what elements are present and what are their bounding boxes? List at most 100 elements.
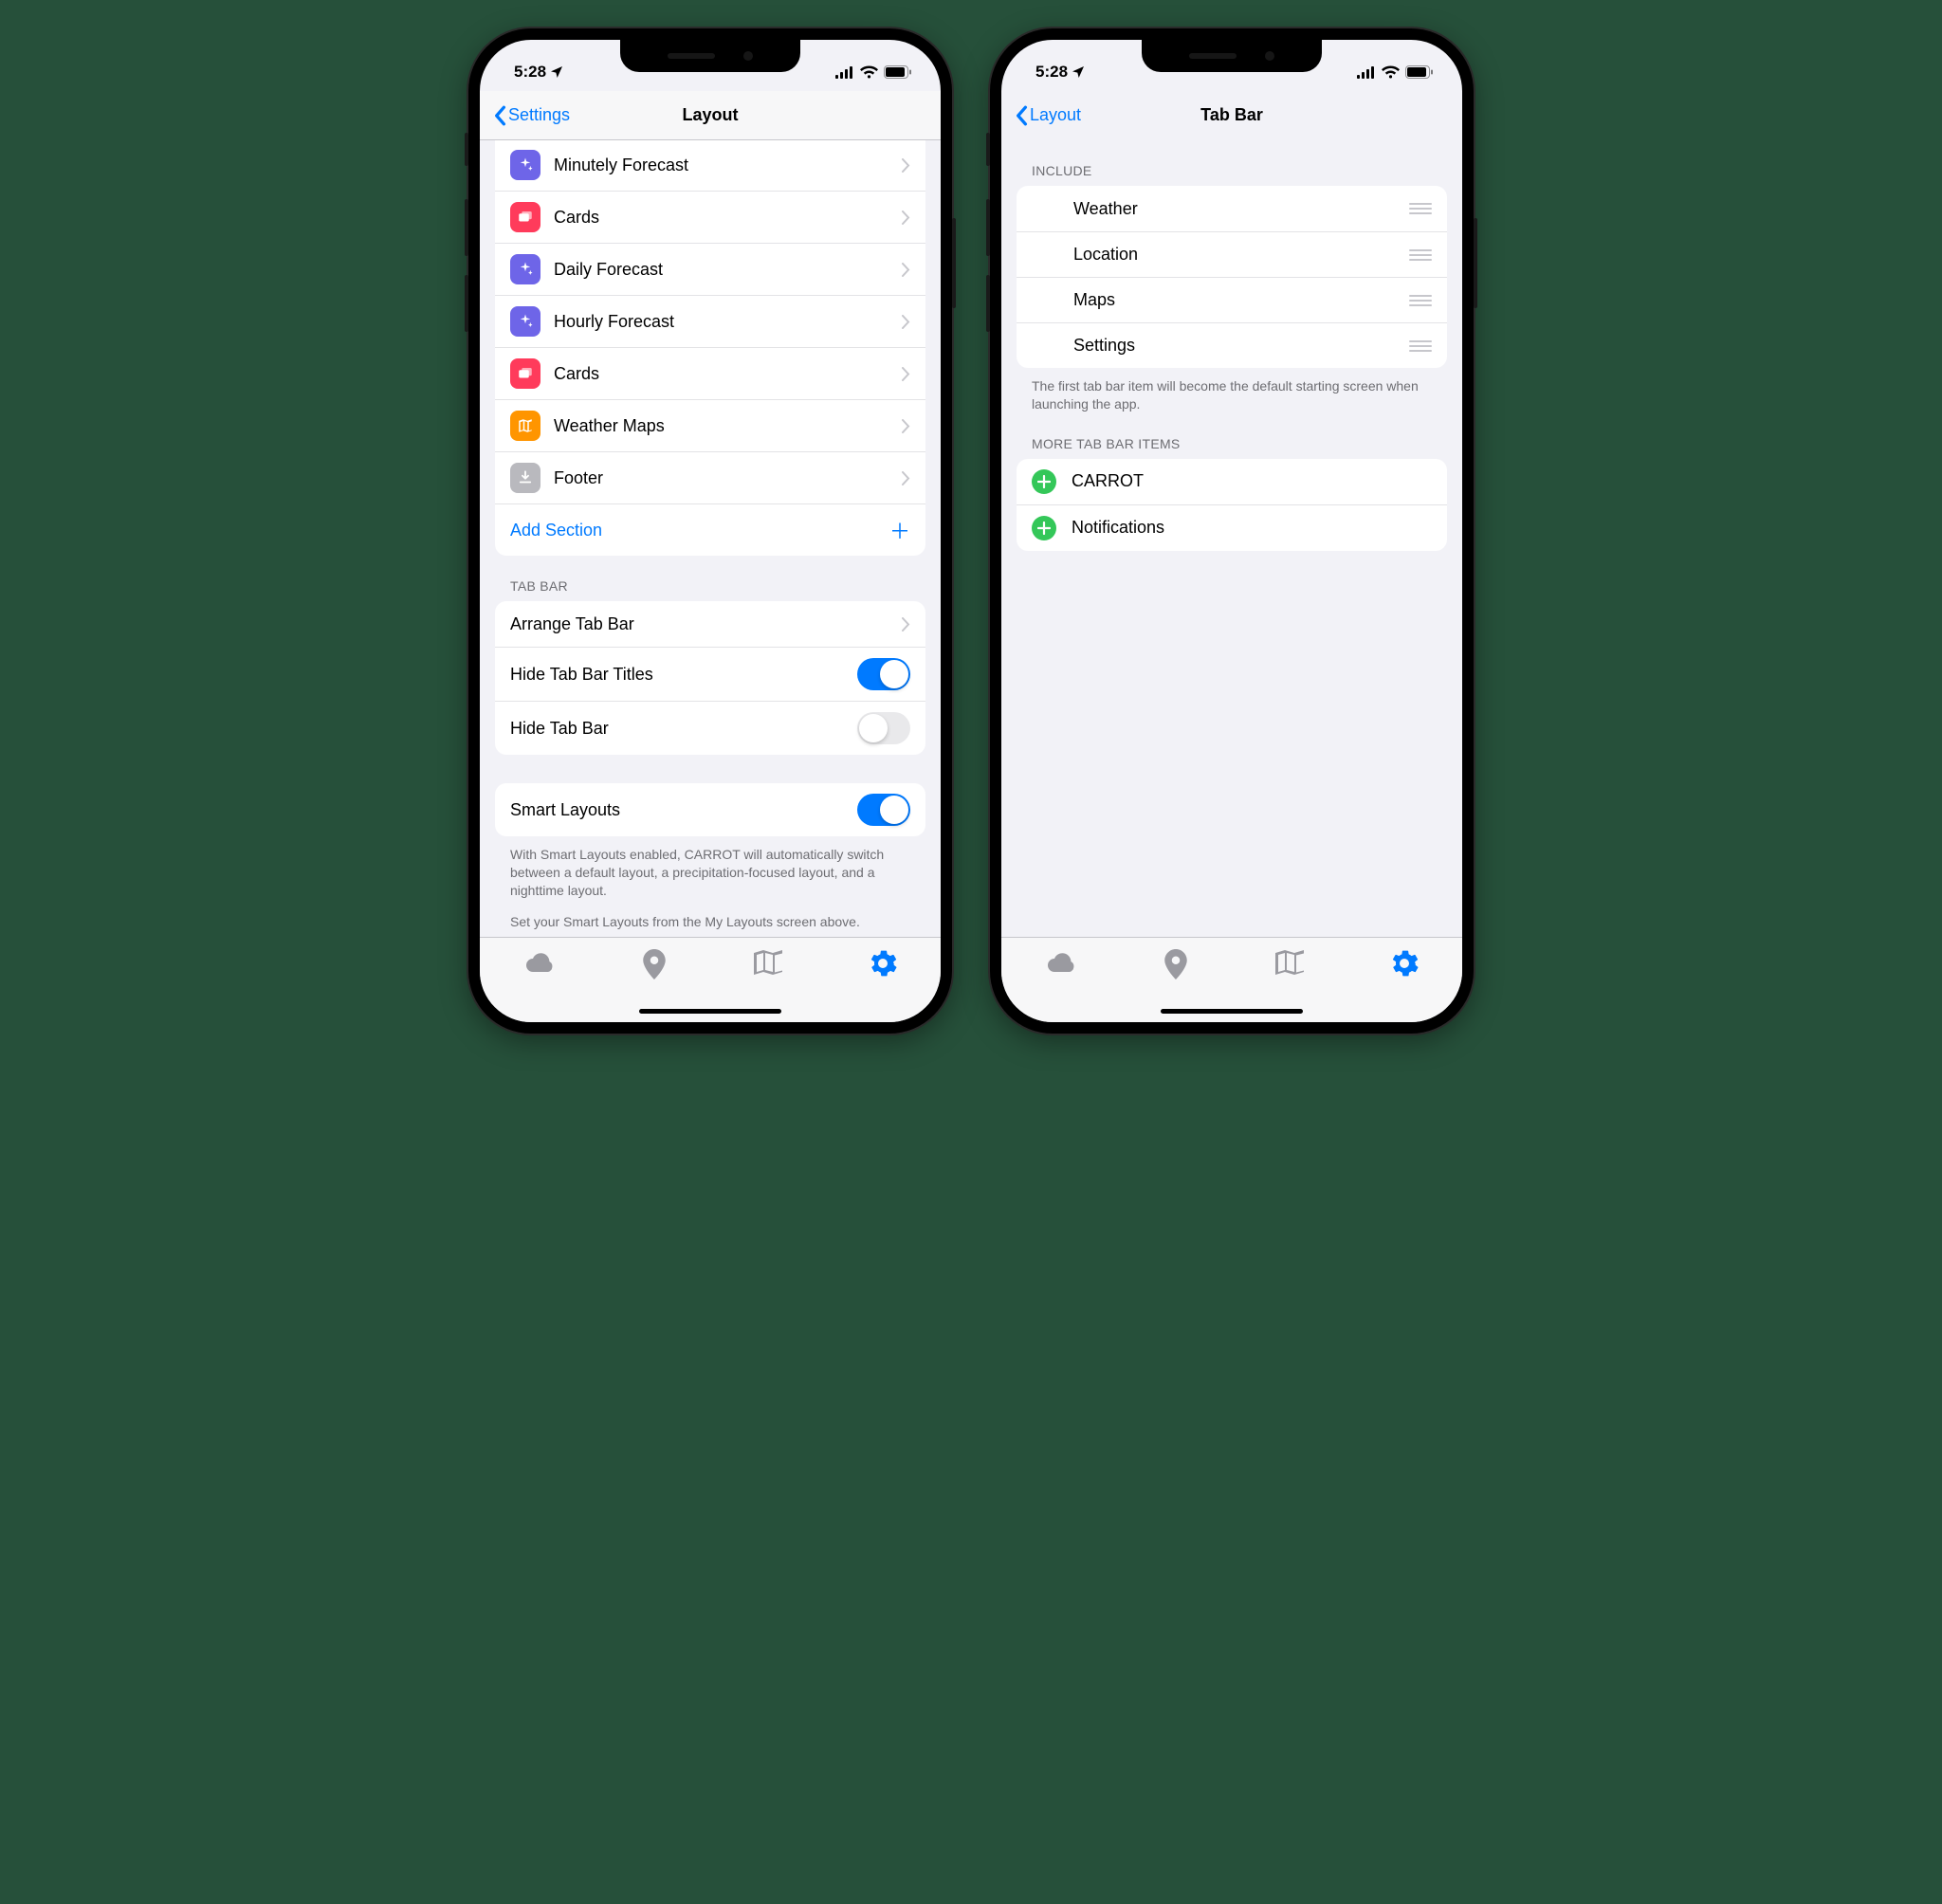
navbar: Layout Tab Bar: [1001, 91, 1462, 140]
tab-location[interactable]: [642, 949, 667, 979]
drag-handle-icon[interactable]: [1409, 203, 1432, 214]
location-arrow-icon: [1071, 64, 1086, 80]
smart-layouts-toggle[interactable]: [857, 794, 910, 826]
page-title: Layout: [682, 105, 738, 125]
cloud-icon: [1045, 949, 1077, 978]
phone-left: 5:28 Settings Layout: [468, 28, 952, 1034]
arrange-tab-bar[interactable]: Arrange Tab Bar: [495, 601, 925, 647]
row-label: Smart Layouts: [510, 800, 857, 820]
status-time: 5:28: [514, 63, 546, 82]
layout-row-cards-2[interactable]: Cards: [495, 347, 925, 399]
tab-bar-group: Arrange Tab Bar Hide Tab Bar Titles Hide…: [495, 601, 925, 755]
tab-maps[interactable]: [754, 949, 782, 976]
hide-tab-bar-toggle[interactable]: [857, 712, 910, 744]
gear-icon: [869, 949, 897, 978]
sparkle-icon: [510, 150, 540, 180]
layout-row-maps[interactable]: Weather Maps: [495, 399, 925, 451]
chevron-right-icon: [902, 315, 910, 329]
row-label: Hide Tab Bar Titles: [510, 665, 857, 685]
home-indicator[interactable]: [639, 1009, 781, 1014]
status-time: 5:28: [1035, 63, 1068, 82]
tab-maps[interactable]: [1275, 949, 1304, 976]
back-label: Settings: [508, 105, 570, 125]
more-item-carrot[interactable]: CARROT: [1017, 459, 1447, 504]
row-label: Arrange Tab Bar: [510, 614, 902, 634]
more-header: MORE TAB BAR ITEMS: [1001, 413, 1462, 459]
pin-icon: [1163, 949, 1188, 979]
notch: [1142, 40, 1322, 72]
chevron-right-icon: [902, 158, 910, 173]
plus-icon: ＋: [889, 515, 910, 545]
notch: [620, 40, 800, 72]
layout-row-hourly[interactable]: Hourly Forecast: [495, 295, 925, 347]
add-section-button[interactable]: Add Section ＋: [495, 503, 925, 556]
cards-icon: [510, 358, 540, 389]
more-item-notifications[interactable]: Notifications: [1017, 504, 1447, 551]
layout-row-cards-1[interactable]: Cards: [495, 191, 925, 243]
pin-icon: [642, 949, 667, 979]
page-title: Tab Bar: [1200, 105, 1263, 125]
add-section-label: Add Section: [510, 521, 889, 540]
include-footer: The first tab bar item will become the d…: [1001, 368, 1462, 413]
chevron-left-icon: [493, 105, 506, 126]
drag-handle-icon[interactable]: [1409, 340, 1432, 352]
back-button[interactable]: Layout: [1015, 105, 1081, 126]
add-icon[interactable]: [1032, 516, 1056, 540]
cards-icon: [510, 202, 540, 232]
row-label: Daily Forecast: [554, 260, 902, 280]
row-label: Cards: [554, 364, 902, 384]
chevron-right-icon: [902, 419, 910, 433]
tab-weather[interactable]: [1045, 949, 1077, 978]
navbar: Settings Layout: [480, 91, 941, 140]
sparkle-icon: [510, 306, 540, 337]
include-header: INCLUDE: [1001, 140, 1462, 186]
wifi-icon: [860, 65, 878, 79]
include-group: Weather Location Maps Settings: [1017, 186, 1447, 368]
row-label: Maps: [1073, 290, 1409, 310]
battery-icon: [884, 65, 912, 79]
layout-row-minutely[interactable]: Minutely Forecast: [495, 140, 925, 191]
drag-handle-icon[interactable]: [1409, 249, 1432, 261]
tab-location[interactable]: [1163, 949, 1188, 979]
home-indicator[interactable]: [1161, 1009, 1303, 1014]
row-label: Location: [1073, 245, 1409, 265]
phone-right: 5:28 Layout Tab Bar INCLUDE Weather: [990, 28, 1474, 1034]
map-icon: [510, 411, 540, 441]
tab-bar-header: TAB BAR: [480, 556, 941, 601]
row-label: CARROT: [1072, 471, 1432, 491]
include-item-settings[interactable]: Settings: [1017, 322, 1447, 368]
chevron-right-icon: [902, 367, 910, 381]
tab-settings[interactable]: [1390, 949, 1419, 978]
add-icon[interactable]: [1032, 469, 1056, 494]
row-label: Hide Tab Bar: [510, 719, 857, 739]
row-label: Weather Maps: [554, 416, 902, 436]
map-icon: [754, 949, 782, 976]
include-item-maps[interactable]: Maps: [1017, 277, 1447, 322]
chevron-left-icon: [1015, 105, 1028, 126]
tab-settings[interactable]: [869, 949, 897, 978]
sparkle-icon: [510, 254, 540, 284]
row-label: Hourly Forecast: [554, 312, 902, 332]
chevron-right-icon: [902, 617, 910, 632]
location-arrow-icon: [549, 64, 564, 80]
chevron-right-icon: [902, 263, 910, 277]
smart-layouts-row: Smart Layouts: [495, 783, 925, 836]
include-item-location[interactable]: Location: [1017, 231, 1447, 277]
hide-titles-toggle[interactable]: [857, 658, 910, 690]
drag-handle-icon[interactable]: [1409, 295, 1432, 306]
more-group: CARROT Notifications: [1017, 459, 1447, 551]
row-label: Footer: [554, 468, 902, 488]
layout-sections-group: Minutely Forecast Cards Daily Forecast: [495, 140, 925, 556]
tab-weather[interactable]: [523, 949, 556, 978]
row-label: Settings: [1073, 336, 1409, 356]
back-button[interactable]: Settings: [493, 105, 570, 126]
map-icon: [1275, 949, 1304, 976]
gear-icon: [1390, 949, 1419, 978]
download-icon: [510, 463, 540, 493]
include-item-weather[interactable]: Weather: [1017, 186, 1447, 231]
cell-signal-icon: [1357, 66, 1376, 79]
row-label: Cards: [554, 208, 902, 228]
cell-signal-icon: [835, 66, 854, 79]
layout-row-daily[interactable]: Daily Forecast: [495, 243, 925, 295]
layout-row-footer[interactable]: Footer: [495, 451, 925, 503]
